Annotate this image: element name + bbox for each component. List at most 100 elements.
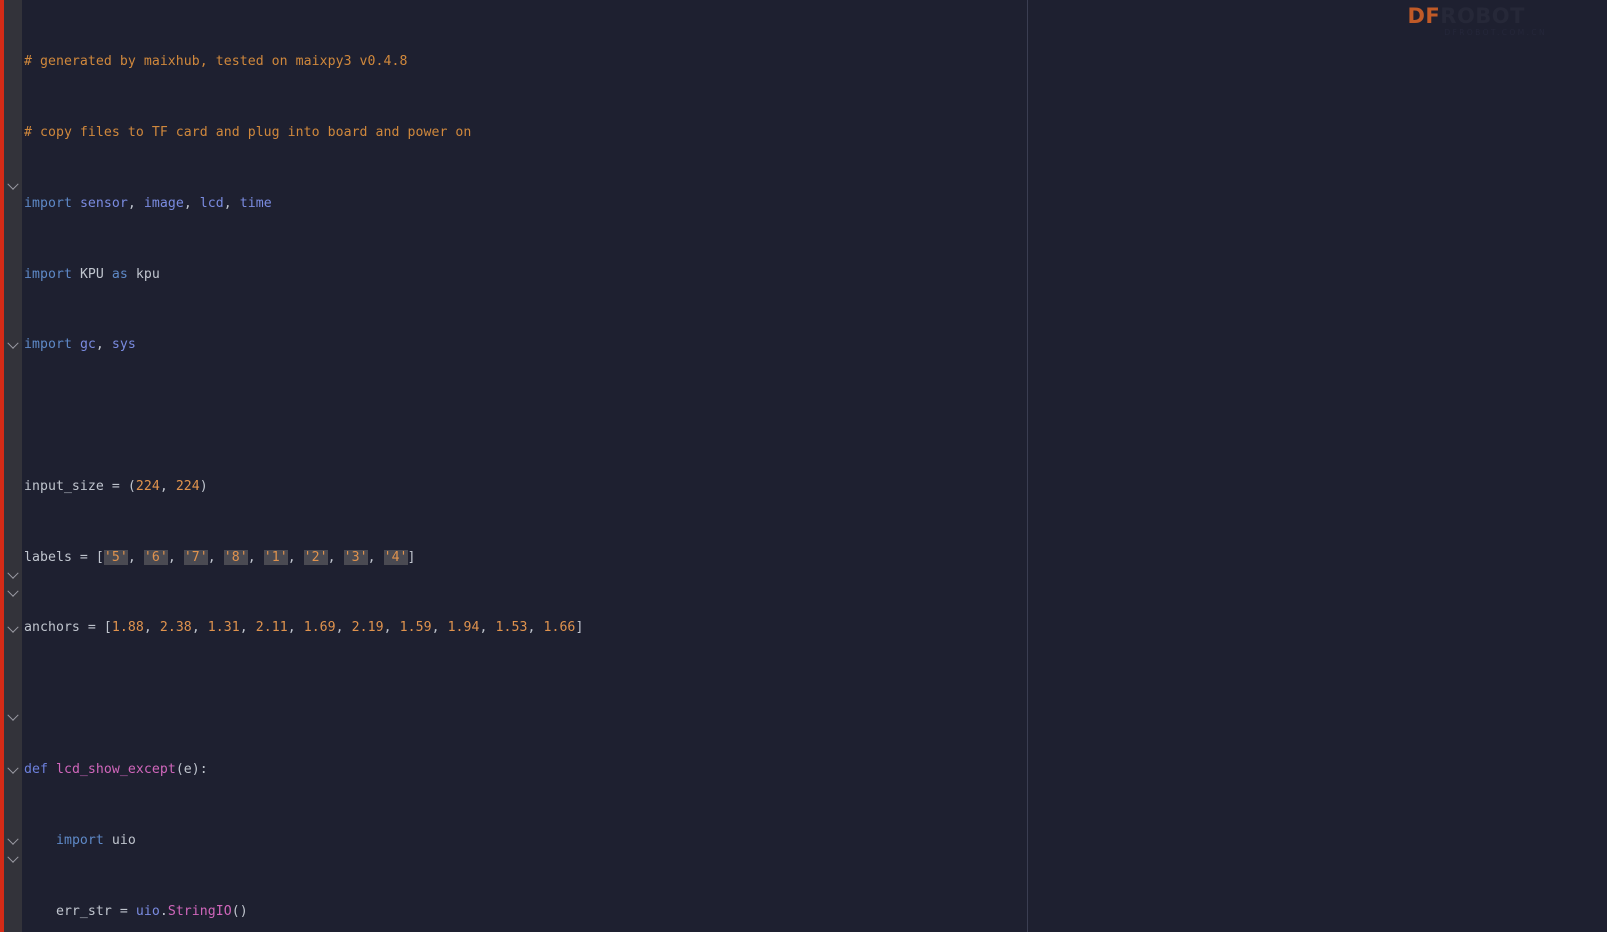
fold-chevron-icon[interactable] bbox=[6, 568, 20, 586]
string-literal: '1' bbox=[263, 549, 288, 565]
watermark-df-text: DF bbox=[1407, 4, 1441, 28]
fold-chevron-icon[interactable] bbox=[6, 852, 20, 870]
number-literal: 2.38 bbox=[159, 620, 192, 636]
punctuation: , bbox=[191, 620, 208, 636]
punctuation: , bbox=[335, 620, 352, 636]
code-editor[interactable]: DFROBOT DFROBOT.COM.CN # generated by ma… bbox=[0, 0, 1607, 932]
number-literal: 1.94 bbox=[447, 620, 480, 636]
string-literal: '4' bbox=[383, 549, 408, 565]
code-line[interactable]: anchors = [1.88, 2.38, 1.31, 2.11, 1.69,… bbox=[24, 619, 1175, 637]
fold-chevron-icon[interactable] bbox=[6, 622, 20, 640]
code-line[interactable]: labels = ['5', '6', '7', '8', '1', '2', … bbox=[24, 549, 1175, 567]
number-literal: 1.66 bbox=[543, 620, 576, 636]
punctuation: , bbox=[239, 620, 256, 636]
number-literal: 2.11 bbox=[255, 620, 288, 636]
module-image: image bbox=[143, 195, 184, 211]
punctuation: , bbox=[383, 620, 400, 636]
fold-chevron-icon[interactable] bbox=[6, 179, 20, 197]
number-literal: 224 bbox=[135, 478, 160, 494]
code-line-blank[interactable] bbox=[24, 407, 1175, 425]
module-sys: sys bbox=[111, 337, 136, 353]
code-line[interactable]: err_str = uio.StringIO() bbox=[24, 903, 1175, 921]
punctuation: , bbox=[127, 195, 144, 211]
vcs-change-marker-bar bbox=[0, 0, 4, 932]
number-literal: 1.59 bbox=[399, 620, 432, 636]
punctuation: , bbox=[527, 620, 544, 636]
string-literal: '3' bbox=[343, 549, 368, 565]
code-line[interactable]: # copy files to TF card and plug into bo… bbox=[24, 124, 1175, 142]
module-uio: uio bbox=[111, 832, 136, 848]
watermark-rest-text: ROBOT bbox=[1440, 4, 1525, 28]
number-literal: 1.53 bbox=[495, 620, 528, 636]
code-content[interactable]: # generated by maixhub, tested on maixpy… bbox=[24, 0, 1175, 932]
method-stringio: StringIO bbox=[167, 903, 232, 919]
fold-chevron-icon[interactable] bbox=[6, 586, 20, 604]
comment-token: # generated by maixhub, tested on maixpy… bbox=[24, 54, 408, 70]
punctuation: , bbox=[431, 620, 448, 636]
number-literal: 2.19 bbox=[351, 620, 384, 636]
string-literal: '5' bbox=[103, 549, 128, 565]
punctuation: , bbox=[183, 195, 200, 211]
punctuation: , bbox=[479, 620, 496, 636]
code-line[interactable]: import KPU as kpu bbox=[24, 266, 1175, 284]
punctuation: , bbox=[95, 337, 112, 353]
dfrobot-watermark-tagline: DFROBOT.COM.CN bbox=[1444, 28, 1547, 37]
code-line[interactable]: # generated by maixhub, tested on maixpy… bbox=[24, 53, 1175, 71]
code-line[interactable]: input_size = (224, 224) bbox=[24, 478, 1175, 496]
editor-gutter[interactable] bbox=[4, 0, 22, 932]
variable-anchors: anchors = [ bbox=[24, 620, 112, 636]
variable-labels: labels = [ bbox=[24, 549, 104, 565]
punctuation: , bbox=[127, 549, 144, 565]
module-gc: gc bbox=[79, 337, 96, 353]
punctuation: , bbox=[143, 620, 160, 636]
string-literal: '8' bbox=[223, 549, 248, 565]
string-literal: '6' bbox=[143, 549, 168, 565]
code-line[interactable]: import sensor, image, lcd, time bbox=[24, 195, 1175, 213]
keyword-import: import bbox=[55, 832, 104, 848]
punctuation: , bbox=[207, 549, 224, 565]
number-literal: 1.69 bbox=[303, 620, 336, 636]
punctuation: , bbox=[327, 549, 344, 565]
string-literal: '2' bbox=[303, 549, 328, 565]
module-kpu: KPU bbox=[79, 266, 104, 282]
keyword-import: import bbox=[24, 266, 72, 282]
punctuation: , bbox=[287, 620, 304, 636]
module-lcd: lcd bbox=[199, 195, 224, 211]
keyword-import: import bbox=[24, 337, 72, 353]
comment-token: # copy files to TF card and plug into bo… bbox=[24, 124, 472, 140]
number-literal: 1.88 bbox=[111, 620, 144, 636]
module-sensor: sensor bbox=[79, 195, 128, 211]
punctuation: , bbox=[287, 549, 304, 565]
fold-chevron-icon[interactable] bbox=[6, 834, 20, 852]
fold-chevron-icon[interactable] bbox=[6, 763, 20, 781]
module-time: time bbox=[239, 195, 272, 211]
code-line[interactable]: def lcd_show_except(e): bbox=[24, 761, 1175, 779]
code-line-blank[interactable] bbox=[24, 690, 1175, 708]
punctuation: . bbox=[159, 903, 168, 919]
code-line[interactable]: import uio bbox=[24, 832, 1175, 850]
dfrobot-watermark: DFROBOT bbox=[1408, 4, 1526, 28]
punctuation: , bbox=[159, 478, 176, 494]
keyword-import: import bbox=[24, 195, 72, 211]
code-line[interactable]: import gc, sys bbox=[24, 336, 1175, 354]
alias-kpu: kpu bbox=[135, 266, 160, 282]
keyword-as: as bbox=[111, 266, 128, 282]
string-literal: '7' bbox=[183, 549, 208, 565]
fold-chevron-icon[interactable] bbox=[6, 710, 20, 728]
fold-chevron-icon[interactable] bbox=[6, 338, 20, 356]
punctuation: , bbox=[367, 549, 384, 565]
statement-err-str-assign: err_str = bbox=[24, 903, 136, 919]
number-literal: 1.31 bbox=[207, 620, 240, 636]
punctuation: (e): bbox=[175, 762, 208, 778]
punctuation: ) bbox=[199, 478, 208, 494]
punctuation: , bbox=[223, 195, 240, 211]
punctuation: ] bbox=[407, 549, 416, 565]
